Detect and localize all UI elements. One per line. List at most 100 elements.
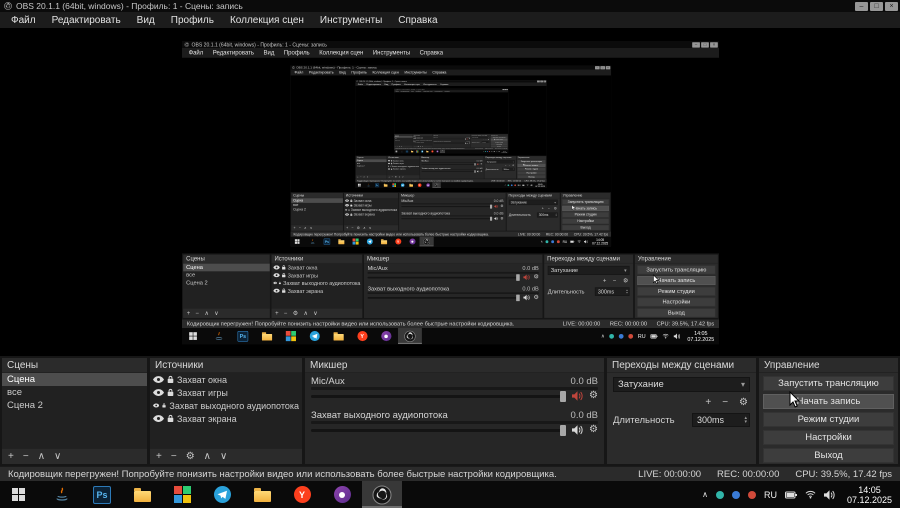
source-item[interactable]: Захват экрана <box>150 412 302 425</box>
scene-item[interactable]: Сцена 2 <box>2 399 147 412</box>
remove-scene-icon[interactable]: − <box>23 451 29 462</box>
spin-down-icon[interactable]: ▾ <box>744 420 747 425</box>
start-streaming-button: Запустить трансляцию <box>516 158 545 163</box>
lock-icon[interactable] <box>167 414 174 423</box>
menu-tools: Инструменты <box>403 69 426 74</box>
source-properties-gear-icon[interactable]: ⚙ <box>186 451 195 462</box>
source-name: Захват выходного аудиопотока <box>350 207 397 211</box>
taskbar-app-yandex-browser[interactable]: Y <box>282 481 322 508</box>
lock-icon[interactable] <box>167 388 174 397</box>
controls-dock-title: Управление <box>759 358 898 373</box>
preview-area[interactable]: OBS 20.1.1 (64bit, windows) - Профиль: 1… <box>0 28 900 356</box>
statusbar: Кодировщик перегружен! Попробуйте понизи… <box>354 178 546 182</box>
speaker-icon[interactable] <box>572 425 583 435</box>
menu-edit[interactable]: Редактировать <box>44 15 129 26</box>
transition-properties-gear-icon[interactable]: ⚙ <box>739 397 748 408</box>
menu-file[interactable]: Файл <box>3 15 44 26</box>
duration-label: Длительность <box>508 212 530 217</box>
volume-icon[interactable] <box>823 489 835 500</box>
volume-slider-handle <box>489 203 492 208</box>
menu-profile[interactable]: Профиль <box>163 15 222 26</box>
clock[interactable]: 14:05 07.12.2025 <box>843 485 892 505</box>
scene-item[interactable]: Сцена <box>2 373 147 386</box>
menubar: Файл Редактировать Вид Профиль Коллекция… <box>0 12 900 28</box>
taskbar-app-telegram[interactable] <box>202 481 242 508</box>
volume-slider-handle[interactable] <box>560 390 567 402</box>
source-item[interactable]: Захват окна <box>150 373 302 386</box>
settings-button[interactable]: Настройки <box>763 430 894 445</box>
start-streaming-button[interactable]: Запустить трансляцию <box>763 376 894 391</box>
close-button: × <box>542 79 546 82</box>
start-recording-button: Начать запись <box>561 204 609 211</box>
move-scene-down-icon[interactable]: ∨ <box>54 451 61 462</box>
visibility-eye-icon[interactable] <box>153 415 164 422</box>
taskbar-app-folder2[interactable] <box>242 481 282 508</box>
exit-button[interactable]: Выход <box>763 448 894 463</box>
source-item[interactable]: Захват выходного аудиопотока <box>150 399 302 412</box>
move-source-up-icon[interactable]: ∧ <box>204 451 211 462</box>
taskbar-app-photoshop[interactable]: Ps <box>82 481 122 508</box>
battery-icon[interactable] <box>784 491 797 499</box>
move-scene-up-icon[interactable]: ∧ <box>38 451 45 462</box>
hidden-icons-chevron-icon[interactable]: ∧ <box>702 490 708 499</box>
tray-icon-blue[interactable] <box>731 490 740 499</box>
mute-speaker-icon[interactable] <box>572 391 583 401</box>
lock-icon[interactable] <box>167 375 174 384</box>
channel-settings-gear-icon: ⚙ <box>499 215 503 220</box>
add-transition-icon[interactable]: + <box>705 397 711 408</box>
menu-tools[interactable]: Инструменты <box>312 15 390 26</box>
taskbar-app-java[interactable] <box>42 481 82 508</box>
start-button[interactable] <box>0 481 36 508</box>
network-wifi-icon[interactable] <box>805 490 816 499</box>
tray-icon-blue <box>485 149 487 151</box>
minimize-button[interactable]: – <box>855 1 868 11</box>
tray-icon-teal[interactable] <box>715 490 724 499</box>
yandex-browser-icon: Y <box>416 182 421 186</box>
transition-properties-gear-icon: ⚙ <box>552 206 557 210</box>
menu-view[interactable]: Вид <box>129 15 163 26</box>
scene-item[interactable]: все <box>2 386 147 399</box>
studio-mode-button[interactable]: Режим студии <box>763 412 894 427</box>
language-indicator[interactable]: RU <box>764 490 777 500</box>
visibility-eye-icon[interactable] <box>153 376 164 383</box>
transition-select[interactable]: Затухание ▾ <box>613 377 750 392</box>
taskbar-app-explorer[interactable] <box>122 481 162 508</box>
channel-settings-gear-icon[interactable]: ⚙ <box>589 425 598 435</box>
duration-value: 300ms <box>481 140 485 142</box>
volume-slider <box>367 293 520 301</box>
remove-transition-icon[interactable]: − <box>722 397 728 408</box>
add-source-icon[interactable]: + <box>156 451 162 462</box>
folder-icon <box>133 488 151 502</box>
folder-icon <box>409 149 413 152</box>
source-item[interactable]: Захват игры <box>150 386 302 399</box>
maximize-button[interactable]: □ <box>870 1 883 11</box>
menu-scene-collection[interactable]: Коллекция сцен <box>222 15 312 26</box>
mixer-channel: Захват выходного аудиопотока 0.0 dB ⚙ <box>311 410 598 436</box>
taskbar-app-media-player[interactable] <box>322 481 362 508</box>
visibility-eye-icon[interactable] <box>153 389 164 396</box>
encoder-overload-message: Кодировщик перегружен! Попробуйте понизи… <box>186 320 514 327</box>
visibility-eye-icon[interactable] <box>153 402 160 409</box>
volume-slider <box>400 215 492 220</box>
lock-icon[interactable] <box>162 401 167 410</box>
volume-slider[interactable] <box>311 424 567 436</box>
add-scene-icon[interactable]: + <box>8 451 14 462</box>
tray-icon-red[interactable] <box>747 490 756 499</box>
mixer-dock: Микшер Mic/Aux 0.0 dB ⚙ Захват выходного… <box>431 133 470 147</box>
remove-source-icon[interactable]: − <box>171 451 177 462</box>
close-button[interactable]: × <box>885 1 898 11</box>
menu-scene-collection: Коллекция сцен <box>318 49 363 56</box>
lock-icon <box>389 164 390 166</box>
window-title: OBS 20.1.1 (64bit, windows) - Профиль: 1… <box>395 87 424 90</box>
start-recording-button[interactable]: Начать запись <box>763 394 894 409</box>
volume-slider[interactable] <box>311 390 567 402</box>
source-name: Захват окна <box>177 374 227 385</box>
menu-help[interactable]: Справка <box>390 15 445 26</box>
mixer-channel: Mic/Aux 0.0 dB ⚙ <box>367 265 539 281</box>
move-source-down-icon[interactable]: ∨ <box>220 451 227 462</box>
channel-settings-gear-icon[interactable]: ⚙ <box>589 391 598 401</box>
taskbar-app-obs[interactable] <box>362 481 402 508</box>
volume-slider-handle[interactable] <box>560 424 567 436</box>
taskbar-app-grid[interactable] <box>162 481 202 508</box>
duration-spinbox[interactable]: 300ms ▴ ▾ <box>692 413 750 427</box>
